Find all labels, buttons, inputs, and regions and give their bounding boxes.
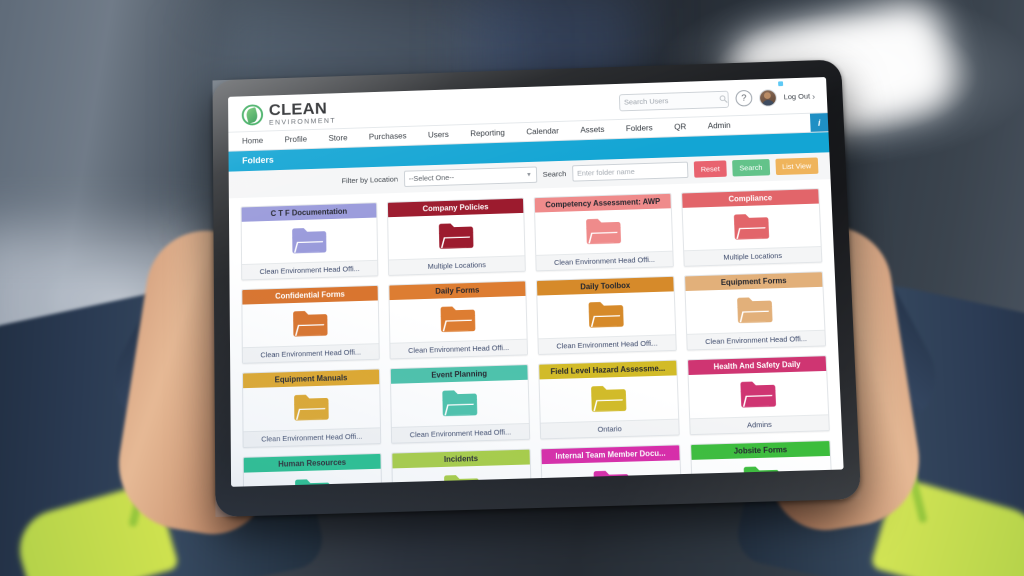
avatar[interactable] [758,88,778,107]
folder-icon [438,222,474,250]
list-view-button[interactable]: List View [774,157,819,176]
web-app-page: CLEAN ENVIRONMENT ? [228,77,844,487]
avatar-status-badge [778,81,784,87]
chevron-right-icon: › [811,91,816,101]
folder-card[interactable]: Compliance Multiple Locations [681,188,823,267]
folder-card[interactable]: Confidential Forms Clean Environment Head… [241,285,380,365]
folder-icon [737,296,773,324]
folder-icon [588,301,624,328]
folder-card-location: Clean Environment Head Offi... [242,260,378,280]
folder-card-body [389,296,527,344]
search-users-input[interactable] [623,94,720,107]
search-label: Search [542,169,567,179]
folder-card[interactable]: Competency Assessment: AWP Clean Environm… [533,193,674,272]
folder-card-body [241,217,378,265]
tablet-screen: CLEAN ENVIRONMENT ? [228,77,844,487]
info-icon[interactable]: i [809,113,829,133]
nav-item-folders[interactable]: Folders [615,119,664,139]
reset-button[interactable]: Reset [693,160,727,178]
folder-card-location: Clean Environment Head Offi... [242,343,379,364]
brand-logo[interactable]: CLEAN ENVIRONMENT [241,99,337,127]
folder-icon [733,213,770,240]
location-select[interactable]: --Select One-- ▼ [403,166,538,188]
nav-item-qr[interactable]: QR [663,118,697,137]
folder-card-body [243,384,380,432]
folder-card[interactable]: Daily Forms Clean Environment Head Offi..… [388,280,529,360]
folder-icon [440,305,476,333]
folder-card[interactable]: Human Resources [242,453,383,487]
nav-item-calendar[interactable]: Calendar [515,122,569,142]
folder-card-body [242,300,379,348]
folder-card-location: Multiple Locations [388,255,525,276]
folder-card-body [688,371,829,419]
brand-logo-text: CLEAN ENVIRONMENT [268,99,337,127]
folder-card[interactable]: Equipment Forms Clean Environment Head Of… [684,271,827,351]
folder-icon [293,310,328,337]
brand-tagline: ENVIRONMENT [268,115,337,127]
chevron-down-icon: ▼ [526,172,532,179]
folder-card[interactable]: Daily Toolbox Clean Environment Head Offi… [535,276,677,356]
folder-card-body [539,375,679,423]
folder-name-input[interactable] [571,161,689,182]
search-button[interactable]: Search [732,159,770,177]
nav-item-store[interactable]: Store [318,129,359,148]
folder-card-body [537,291,676,339]
folder-card-location: Ontario [540,418,679,439]
folder-card[interactable]: Health And Safety Daily Admins [687,355,830,436]
folder-card-location: Multiple Locations [684,246,822,266]
folder-icon [586,218,622,245]
folder-grid: C T F Documentation Clean Environment Hea… [228,179,844,487]
filter-by-location-label: Filter by Location [341,174,399,186]
folder-card-location: Clean Environment Head Offi... [390,338,528,359]
folder-card-body [391,379,529,428]
folder-icon [294,394,329,421]
nav-item-home[interactable]: Home [228,131,274,150]
folder-icon [442,389,478,417]
folder-card[interactable]: C T F Documentation Clean Environment Hea… [240,202,379,281]
search-icon [719,95,728,104]
folder-card-body [535,208,673,256]
nav-item-assets[interactable]: Assets [569,120,615,140]
nav-item-admin[interactable]: Admin [697,116,742,136]
folder-card[interactable]: Equipment Manuals Clean Environment Head … [242,368,382,449]
help-button[interactable]: ? [735,90,753,107]
folder-card-body [685,287,825,335]
folder-card-location: Clean Environment Head Offi... [536,250,673,271]
leaf-icon [241,103,264,126]
folder-card-location: Clean Environment Head Offi... [391,423,530,443]
nav-item-reporting[interactable]: Reporting [459,124,516,144]
nav-item-purchases[interactable]: Purchases [358,127,417,147]
folder-card-body [682,203,821,251]
folder-card-location: Clean Environment Head Offi... [243,427,381,448]
folder-card[interactable]: Company Policies Multiple Locations [386,197,526,277]
header-actions: ? Log Out › [618,81,816,112]
folder-card[interactable]: Event Planning Clean Environment Head Off… [389,364,531,444]
tablet-device: CLEAN ENVIRONMENT ? [212,59,862,517]
folder-icon [292,227,327,254]
search-users-field[interactable] [618,90,730,112]
nav-item-profile[interactable]: Profile [274,130,318,149]
folder-card-body [388,213,525,260]
folder-icon [591,385,627,413]
folder-card[interactable]: Field Level Hazard Assessme... Ontario [538,359,680,440]
nav-item-users[interactable]: Users [417,125,460,144]
folder-card-location: Admins [690,414,829,435]
folder-card-location: Clean Environment Head Offi... [687,329,826,350]
logout-button[interactable]: Log Out › [783,91,815,102]
location-select-value: --Select One-- [408,173,455,184]
folder-icon [740,381,777,408]
folder-card-location: Clean Environment Head Offi... [538,334,676,355]
logout-label: Log Out [783,91,811,102]
